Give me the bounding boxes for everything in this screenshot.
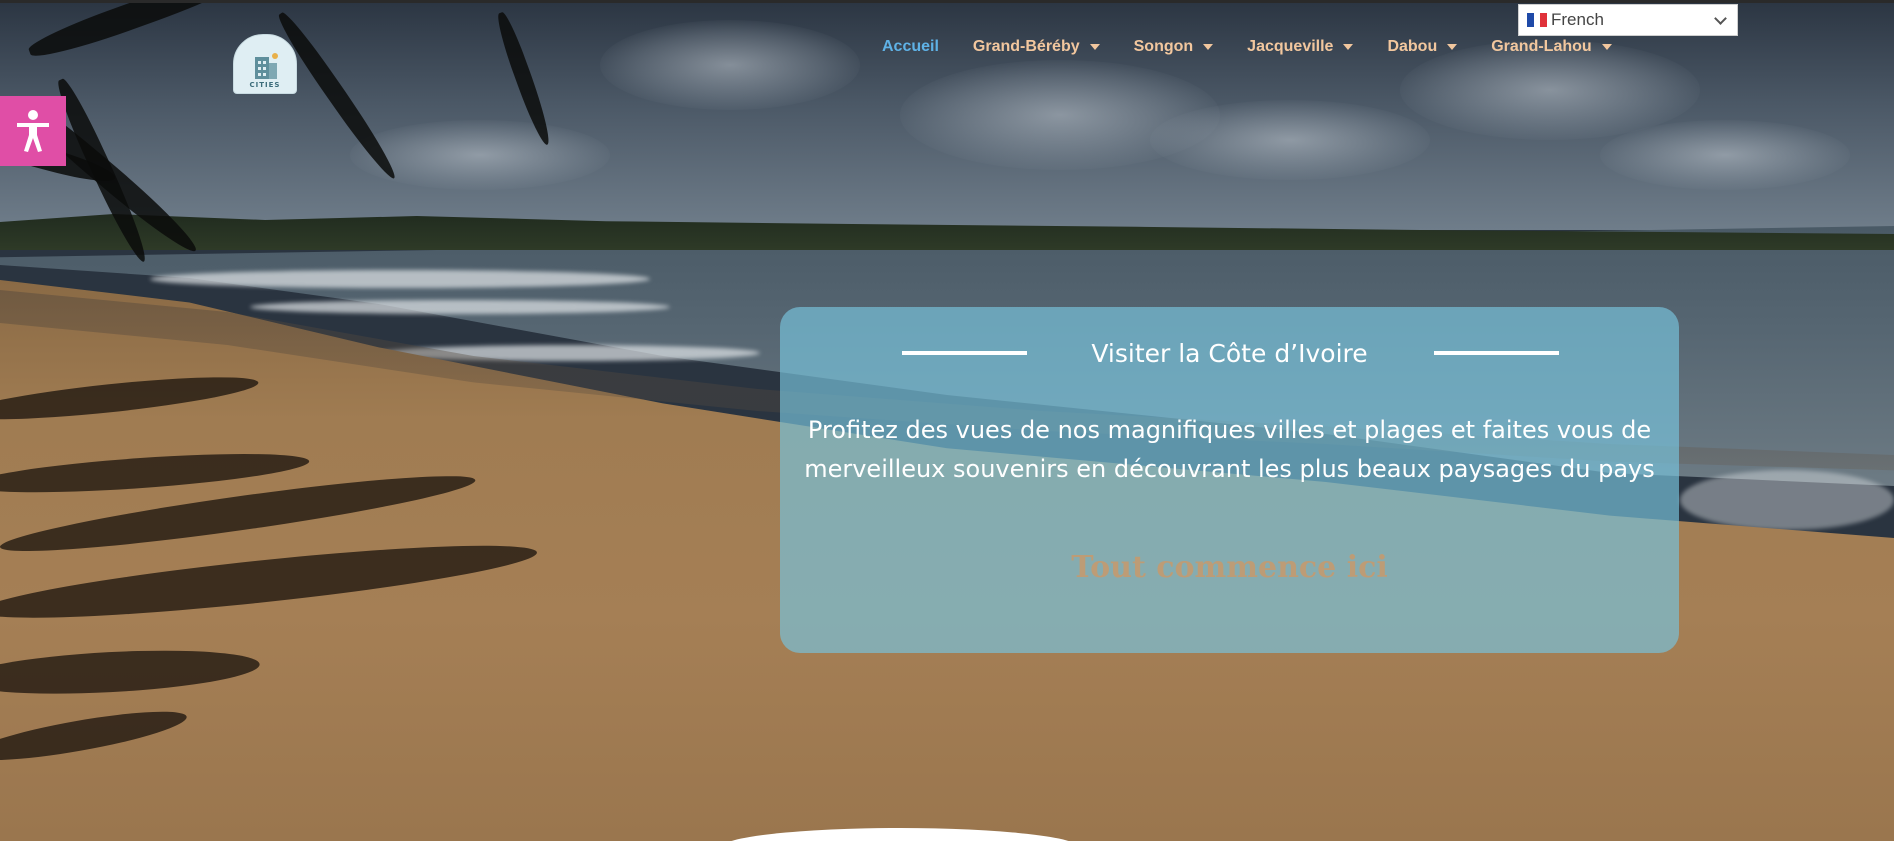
hero-description: Profitez des vues de nos magnifiques vil…	[804, 416, 1655, 483]
top-border	[0, 0, 1894, 3]
hero-cta-link[interactable]: Tout commence ici	[780, 550, 1679, 585]
surf	[150, 270, 650, 288]
chevron-down-icon	[1203, 44, 1214, 50]
hero-card: Visiter la Côte d’Ivoire Profitez des vu…	[780, 307, 1679, 653]
building-icon	[250, 51, 280, 79]
chevron-down-icon	[1447, 44, 1458, 50]
chevron-down-icon	[1343, 44, 1354, 50]
nav-item-label: Jacqueville	[1247, 38, 1334, 55]
title-divider-right	[1434, 351, 1559, 355]
nav-item-label: Grand-Lahou	[1491, 38, 1592, 55]
nav-item-grand-bereby[interactable]: Grand-Béréby	[973, 38, 1100, 56]
nav-item-songon[interactable]: Songon	[1134, 38, 1214, 56]
nav-item-label: Dabou	[1387, 38, 1438, 55]
nav-item-jacqueville[interactable]: Jacqueville	[1247, 38, 1354, 56]
nav-item-label: Grand-Béréby	[972, 38, 1080, 55]
nav-item-dabou[interactable]: Dabou	[1387, 38, 1458, 56]
cloud	[1600, 120, 1850, 190]
surf	[250, 300, 670, 314]
accessibility-button[interactable]	[0, 96, 66, 166]
language-selector[interactable]: French	[1518, 4, 1738, 36]
nav-item-label: Accueil	[882, 38, 939, 55]
surf	[1680, 470, 1894, 530]
nav-item-label: Songon	[1133, 38, 1194, 55]
nav-item-grand-lahou[interactable]: Grand-Lahou	[1491, 38, 1612, 56]
french-flag-icon	[1527, 13, 1548, 27]
logo-text: CITIES	[249, 81, 281, 89]
language-selected-label: French	[1551, 10, 1604, 29]
accessibility-person-icon	[17, 110, 49, 152]
chevron-down-icon	[1089, 44, 1100, 50]
nav-item-accueil[interactable]: Accueil	[882, 38, 939, 56]
main-navigation: Accueil Grand-Béréby Songon Jacqueville …	[882, 36, 1646, 58]
site-logo[interactable]: CITIES	[233, 34, 297, 94]
cloud	[350, 120, 610, 190]
card-title-row: Visiter la Côte d’Ivoire	[780, 325, 1679, 368]
cloud	[600, 20, 860, 110]
chevron-down-icon	[1714, 12, 1727, 25]
cloud	[1150, 100, 1430, 180]
chevron-down-icon	[1601, 44, 1612, 50]
